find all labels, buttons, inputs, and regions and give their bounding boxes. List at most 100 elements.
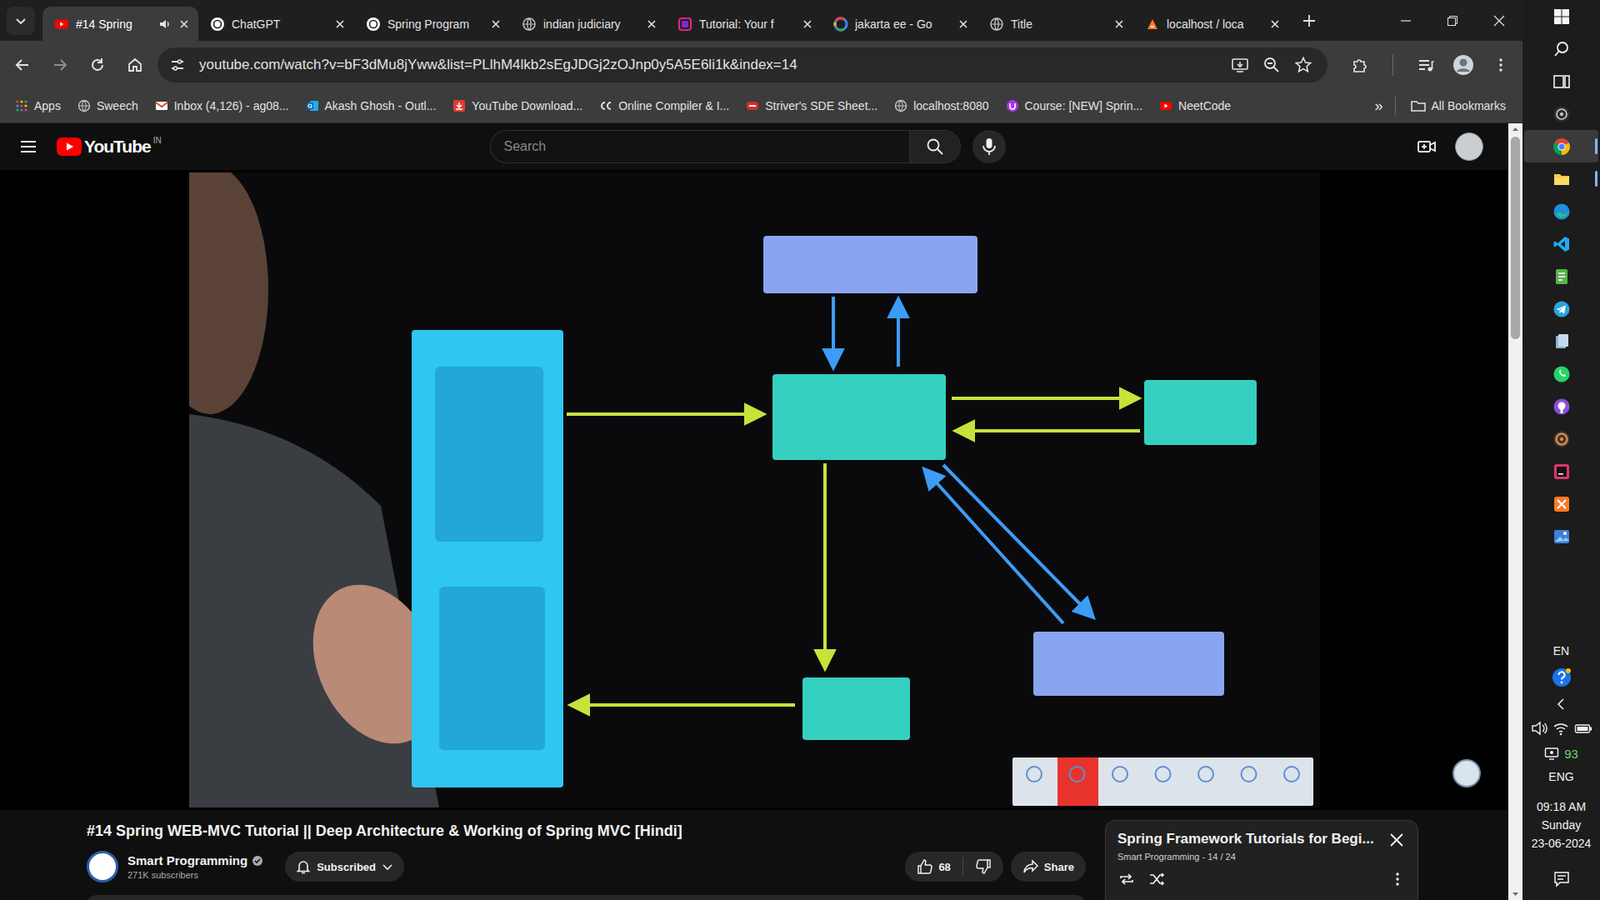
back-button[interactable] [7, 50, 38, 80]
scroll-down-icon[interactable] [1508, 888, 1523, 900]
scrollbar-thumb[interactable] [1510, 136, 1520, 340]
shuffle-icon[interactable] [1147, 870, 1166, 889]
dislike-button[interactable] [963, 858, 1004, 875]
create-button[interactable] [1410, 130, 1444, 164]
tab[interactable]: Spring Program [354, 6, 510, 41]
description-box[interactable] [86, 895, 1086, 900]
menu-button[interactable] [11, 130, 45, 164]
bookmark[interactable]: Sweech [70, 95, 145, 116]
taskbar-app[interactable] [1524, 97, 1599, 130]
battery-icon[interactable] [1574, 720, 1593, 737]
bookmark[interactable]: Akash Ghosh - Outl... [299, 95, 444, 116]
star-icon[interactable] [1294, 55, 1313, 75]
close-icon[interactable] [1387, 830, 1406, 850]
tab[interactable]: indian judiciary [510, 6, 666, 41]
channel-avatar[interactable] [86, 850, 119, 883]
taskbar-app[interactable] [1524, 0, 1599, 33]
wifi-icon[interactable] [1552, 720, 1570, 737]
search-button[interactable] [909, 130, 961, 164]
bookmark[interactable]: Apps [8, 95, 68, 116]
taskbar-app[interactable] [1524, 162, 1599, 195]
chevron-left-icon[interactable] [1555, 697, 1569, 711]
taskbar-app[interactable] [1524, 32, 1599, 65]
help-icon[interactable] [1550, 666, 1573, 689]
profile-button[interactable] [1448, 50, 1479, 80]
install-icon[interactable] [1230, 55, 1250, 75]
bookmark[interactable]: Course: [NEW] Sprin... [999, 95, 1150, 116]
close-tab-icon[interactable] [490, 18, 502, 30]
account-avatar[interactable] [1455, 132, 1484, 161]
notifications-icon[interactable] [1552, 870, 1571, 889]
close-tab-icon[interactable] [957, 18, 970, 30]
tab[interactable]: Title [977, 6, 1134, 41]
bookmark[interactable]: YouTube Download... [445, 95, 590, 116]
taskbar-app[interactable] [1524, 520, 1599, 553]
more-vertical-icon[interactable] [1389, 870, 1406, 888]
taskbar-app[interactable] [1524, 487, 1599, 520]
channel-watermark[interactable] [1452, 759, 1481, 788]
zoom-out-icon[interactable] [1262, 55, 1281, 75]
close-tab-icon[interactable] [334, 18, 346, 30]
input-language[interactable]: ENG [1548, 770, 1574, 784]
new-tab-button[interactable] [1294, 5, 1325, 36]
taskbar-app[interactable] [1524, 357, 1599, 390]
volume-icon[interactable] [1530, 720, 1548, 737]
subscribe-button[interactable]: Subscribed [285, 851, 405, 882]
voice-search-button[interactable] [972, 130, 1006, 164]
close-tab-icon[interactable] [1269, 18, 1281, 30]
reload-button[interactable] [82, 50, 113, 80]
page-scrollbar[interactable] [1508, 123, 1523, 900]
loop-icon[interactable] [1117, 870, 1136, 889]
taskbar-app[interactable] [1524, 455, 1599, 488]
bookmark[interactable]: Online Compiler & I... [592, 95, 736, 116]
taskbar-app[interactable] [1524, 292, 1599, 325]
tab[interactable]: ChatGPT [198, 6, 355, 41]
address-bar[interactable]: youtube.com/watch?v=bF3dMu8jYww&list=PLl… [157, 47, 1328, 83]
scroll-up-icon[interactable] [1508, 123, 1523, 135]
minimize-button[interactable] [1382, 0, 1430, 41]
site-info-icon[interactable] [169, 56, 186, 74]
close-tab-icon[interactable] [1113, 18, 1125, 30]
media-button[interactable] [1410, 50, 1441, 80]
browser-window: #14 SpringChatGPTSpring Programindian ju… [0, 0, 1523, 900]
bookmark[interactable]: Inbox (4,126) - ag08... [148, 95, 296, 116]
taskbar-app[interactable] [1524, 325, 1599, 358]
close-window-button[interactable] [1475, 0, 1523, 41]
taskbar-app[interactable] [1524, 227, 1599, 260]
more-bookmarks-button[interactable]: » [1363, 97, 1395, 115]
taskbar-app[interactable] [1524, 422, 1599, 455]
restore-button[interactable] [1429, 0, 1476, 41]
menu-button[interactable] [1485, 50, 1516, 80]
channel-name[interactable]: Smart Programming [127, 853, 264, 868]
extensions-button[interactable] [1345, 50, 1375, 80]
bookmark[interactable]: Striver's SDE Sheet... [739, 95, 885, 116]
taskbar-app[interactable] [1524, 390, 1599, 423]
home-button[interactable] [120, 50, 150, 80]
clock[interactable]: 09:18 AMSunday23-06-2024 [1531, 797, 1592, 853]
all-bookmarks-button[interactable]: All Bookmarks [1404, 95, 1513, 116]
taskbar-app[interactable] [1524, 195, 1599, 228]
screen-monitor-icon[interactable] [1544, 745, 1560, 761]
tab[interactable]: #14 Spring [42, 6, 199, 41]
playlist-title[interactable]: Spring Framework Tutorials for Begi... [1117, 830, 1380, 848]
language-indicator[interactable]: EN [1553, 644, 1570, 658]
bookmark[interactable]: NeetCode [1152, 95, 1238, 116]
forward-button[interactable] [45, 50, 75, 80]
tab-search-button[interactable] [6, 6, 35, 35]
bookmark[interactable]: localhost:8080 [887, 95, 995, 116]
taskbar-app[interactable] [1524, 260, 1599, 293]
taskbar-app[interactable] [1524, 130, 1599, 163]
search-field[interactable]: Search [490, 130, 910, 164]
taskbar-app[interactable] [1524, 65, 1599, 98]
video-player[interactable] [0, 170, 1509, 810]
share-button[interactable]: Share [1010, 851, 1086, 882]
like-button[interactable]: 68 [905, 858, 962, 875]
youtube-logo[interactable]: YouTubeIN [56, 135, 162, 158]
close-tab-icon[interactable] [801, 18, 814, 30]
tab[interactable]: localhost / loca [1133, 6, 1290, 41]
close-tab-icon[interactable] [178, 18, 190, 30]
tab[interactable]: jakarta ee - Go [821, 6, 978, 41]
close-tab-icon[interactable] [645, 18, 658, 30]
tab[interactable]: Tutorial: Your f [665, 6, 822, 41]
speaker-icon[interactable] [158, 17, 172, 31]
